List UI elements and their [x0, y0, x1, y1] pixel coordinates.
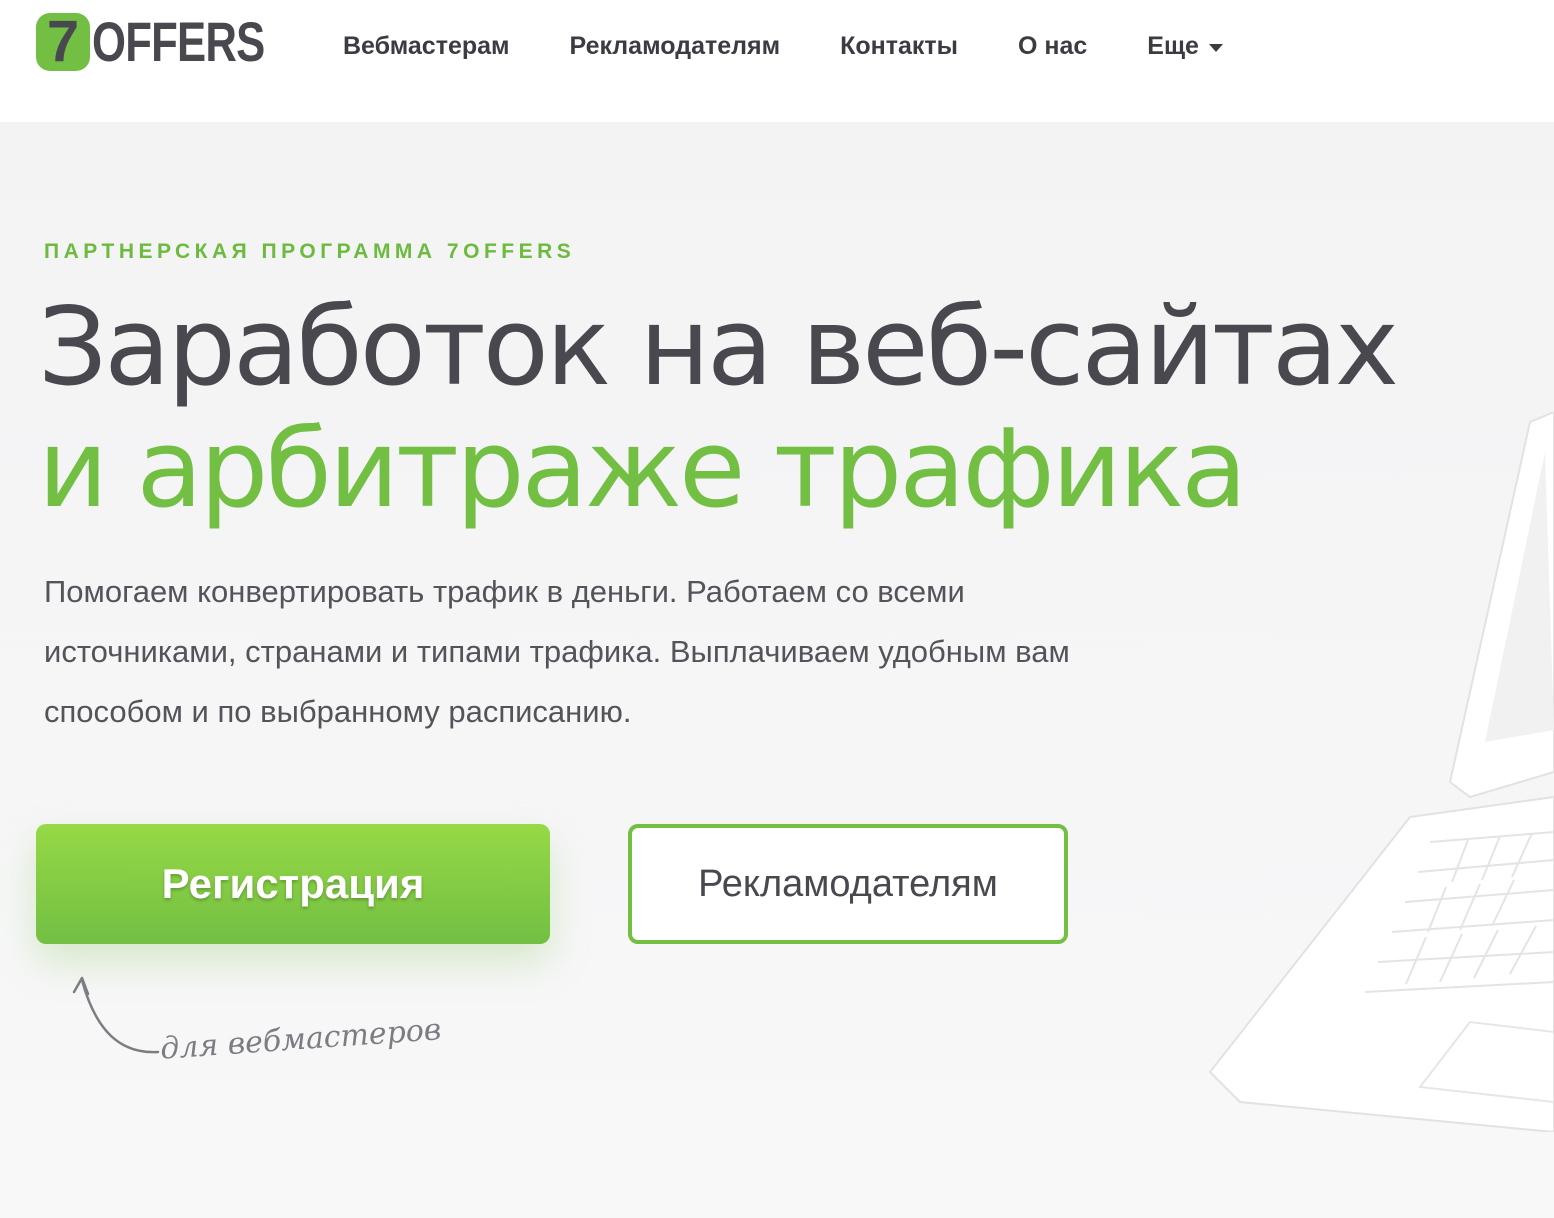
- advertisers-button[interactable]: Рекламодателям: [628, 824, 1068, 944]
- caret-down-icon: [1208, 43, 1223, 52]
- logo[interactable]: 7 OFFERS: [36, 12, 313, 72]
- nav-item-contacts[interactable]: Контакты: [840, 32, 958, 61]
- hero-title-line1: Заработок на веб-сайтах: [38, 285, 1399, 410]
- nav-item-about[interactable]: О нас: [1018, 32, 1087, 61]
- register-button[interactable]: Регистрация: [36, 824, 550, 944]
- nav-item-label: О нас: [1017, 31, 1088, 60]
- hero-description: Помогаем конвертировать трафик в деньги.…: [44, 574, 1070, 729]
- site-header: 7 OFFERS Вебмастерам Рекламодателям Конт…: [0, 0, 1554, 122]
- nav-item-more-dropdown[interactable]: Еще: [1147, 32, 1223, 61]
- nav-item-label: Контакты: [840, 31, 958, 60]
- main-nav: Вебмастерам Рекламодателям Контакты О на…: [343, 28, 1283, 64]
- nav-item-label: Вебмастерам: [343, 31, 510, 60]
- laptop-illustration: [1208, 412, 1554, 1132]
- nav-item-advertisers[interactable]: Рекламодателям: [570, 32, 781, 61]
- hero-eyebrow: ПАРТНЕРСКАЯ ПРОГРАММА 7OFFERS: [44, 240, 576, 263]
- logo-text: OFFERS: [92, 10, 265, 73]
- nav-item-label: Рекламодателям: [569, 31, 781, 60]
- register-note: для вебмастеров: [159, 1012, 443, 1067]
- logo-mark: 7: [36, 13, 90, 71]
- nav-item-webmasters[interactable]: Вебмастерам: [343, 32, 510, 61]
- hero-title-line2: и арбитраже трафика: [38, 407, 1247, 532]
- nav-item-label: Еще: [1147, 31, 1199, 60]
- hero-section: ПАРТНЕРСКАЯ ПРОГРАММА 7OFFERS Заработок …: [0, 122, 1554, 1218]
